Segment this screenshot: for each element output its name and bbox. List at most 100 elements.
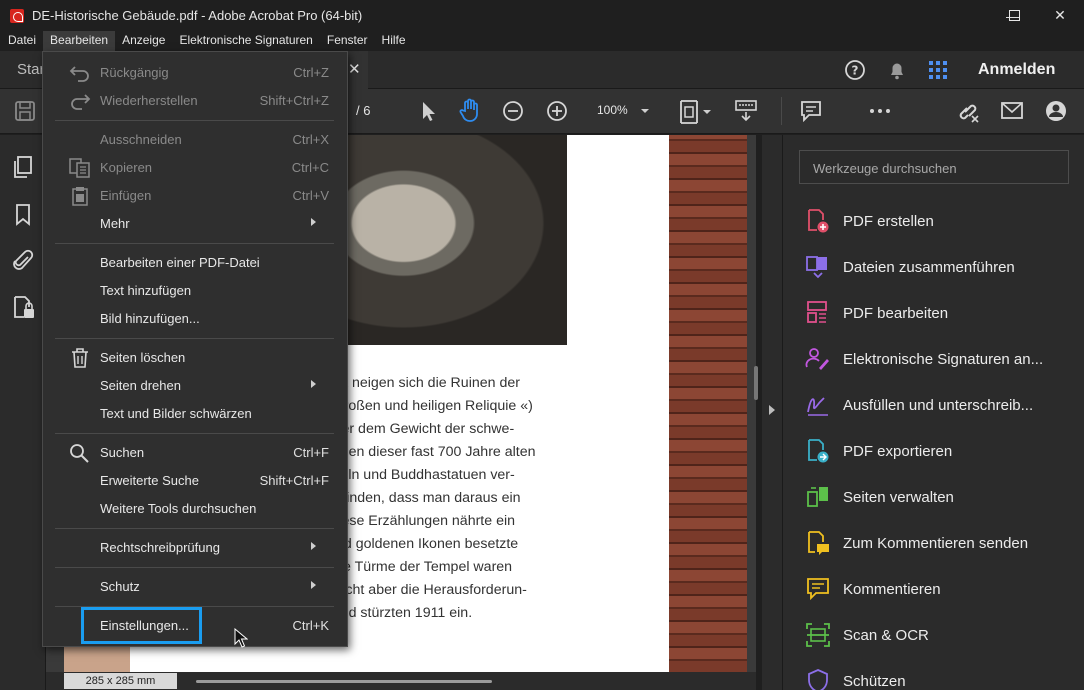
tool-scan-ocr[interactable]: Scan & OCR bbox=[805, 620, 929, 650]
edit-pdf-icon bbox=[807, 301, 827, 323]
redo-icon bbox=[71, 94, 91, 110]
menu-label: Ausschneiden bbox=[100, 132, 182, 147]
menu-separator bbox=[55, 528, 334, 529]
trash-icon bbox=[72, 348, 88, 368]
notifications-bell-icon[interactable] bbox=[886, 59, 908, 81]
maximize-button[interactable] bbox=[991, 0, 1037, 31]
menu-label: Weitere Tools durchsuchen bbox=[100, 501, 257, 516]
menu-redo[interactable]: Wiederherstellen Shift+Ctrl+Z bbox=[43, 87, 347, 115]
menu-separator bbox=[55, 338, 334, 339]
tool-create-pdf[interactable]: PDF erstellen bbox=[805, 206, 934, 236]
panel-collapse-handle[interactable] bbox=[762, 135, 782, 690]
menu-label: Bearbeiten einer PDF-Datei bbox=[100, 255, 260, 270]
submenu-arrow-icon bbox=[311, 542, 316, 550]
horizontal-scrollbar[interactable] bbox=[196, 680, 492, 683]
select-arrow-icon[interactable] bbox=[418, 100, 438, 122]
menu-shortcut: Shift+Ctrl+F bbox=[259, 473, 329, 488]
tab-close-button[interactable]: ✕ bbox=[348, 60, 361, 78]
menu-undo[interactable]: Rückgängig Ctrl+Z bbox=[43, 59, 347, 87]
menu-search-more-tools[interactable]: Weitere Tools durchsuchen bbox=[43, 495, 347, 523]
menu-add-text[interactable]: Text hinzufügen bbox=[43, 277, 347, 305]
send-comment-icon bbox=[808, 531, 829, 555]
vertical-scrollbar[interactable] bbox=[754, 366, 758, 400]
save-icon[interactable] bbox=[14, 100, 36, 122]
paste-icon bbox=[72, 187, 88, 206]
sign-in-button[interactable]: Anmelden bbox=[978, 61, 1055, 79]
protect-icon bbox=[808, 669, 828, 690]
tool-e-signatures[interactable]: Elektronische Signaturen an... bbox=[805, 344, 1043, 374]
page-thumbnails-icon[interactable] bbox=[12, 155, 34, 179]
attachment-icon[interactable] bbox=[12, 249, 34, 273]
menu-anzeige[interactable]: Anzeige bbox=[115, 31, 172, 51]
menu-more[interactable]: Mehr bbox=[43, 210, 347, 238]
search-icon bbox=[70, 444, 89, 463]
menu-shortcut: Ctrl+Z bbox=[293, 65, 329, 80]
help-icon[interactable]: ? bbox=[844, 59, 866, 81]
menu-label: Wiederherstellen bbox=[100, 93, 198, 108]
zoom-level[interactable]: 100% bbox=[597, 103, 628, 117]
menu-search[interactable]: Suchen Ctrl+F bbox=[43, 439, 347, 467]
close-window-button[interactable]: ✕ bbox=[1037, 0, 1083, 31]
tool-organize-pages[interactable]: Seiten verwalten bbox=[805, 482, 954, 512]
menu-hilfe[interactable]: Hilfe bbox=[375, 31, 413, 51]
comment-toolbar-icon[interactable] bbox=[800, 100, 822, 122]
zoom-in-icon[interactable] bbox=[546, 100, 568, 122]
menu-redact[interactable]: Text und Bilder schwärzen bbox=[43, 400, 347, 428]
menu-shortcut: Ctrl+X bbox=[292, 132, 329, 147]
tools-search-input[interactable]: Werkzeuge durchsuchen bbox=[799, 150, 1069, 184]
menu-add-image[interactable]: Bild hinzufügen... bbox=[43, 305, 347, 333]
tool-label: PDF erstellen bbox=[843, 212, 934, 230]
menu-spellcheck[interactable]: Rechtschreibprüfung bbox=[43, 534, 347, 562]
export-pdf-icon bbox=[808, 439, 829, 463]
menu-edit-pdf[interactable]: Bearbeiten einer PDF-Datei bbox=[43, 249, 347, 277]
e-sign-icon bbox=[805, 348, 829, 370]
hand-tool-icon[interactable] bbox=[458, 98, 482, 124]
menu-bearbeiten[interactable]: Bearbeiten bbox=[43, 31, 116, 51]
menu-copy[interactable]: Kopieren Ctrl+C bbox=[43, 154, 347, 182]
menu-protection[interactable]: Schutz bbox=[43, 573, 347, 601]
copy-icon bbox=[69, 158, 90, 178]
menu-shortcut: Ctrl+V bbox=[292, 188, 329, 203]
menu-label: Text und Bilder schwärzen bbox=[100, 406, 252, 421]
tool-send-for-comments[interactable]: Zum Kommentieren senden bbox=[805, 528, 1028, 558]
svg-text:?: ? bbox=[852, 64, 859, 78]
menu-rotate-pages[interactable]: Seiten drehen bbox=[43, 372, 347, 400]
menu-separator bbox=[55, 567, 334, 568]
menu-shortcut: Ctrl+K bbox=[292, 618, 329, 633]
page-fit-icon[interactable] bbox=[678, 98, 712, 126]
tool-export-pdf[interactable]: PDF exportieren bbox=[805, 436, 952, 466]
menu-delete-pages[interactable]: Seiten löschen bbox=[43, 344, 347, 372]
share-link-icon[interactable] bbox=[954, 99, 980, 123]
zoom-out-icon[interactable] bbox=[502, 100, 524, 122]
tool-protect[interactable]: Schützen bbox=[805, 666, 906, 690]
tool-edit-pdf[interactable]: PDF bearbeiten bbox=[805, 298, 948, 328]
user-share-icon[interactable] bbox=[1044, 99, 1070, 123]
apps-grid-icon[interactable] bbox=[927, 59, 949, 81]
page-size-indicator: 285 x 285 mm bbox=[64, 673, 177, 689]
menu-label: Rückgängig bbox=[100, 65, 169, 80]
tool-label: Seiten verwalten bbox=[843, 488, 954, 506]
fill-sign-icon bbox=[807, 397, 828, 416]
tool-comment[interactable]: Kommentieren bbox=[805, 574, 941, 604]
tool-label: PDF exportieren bbox=[843, 442, 953, 460]
email-icon[interactable] bbox=[1000, 101, 1024, 121]
chevron-right-icon[interactable] bbox=[768, 404, 776, 416]
menu-label: Bild hinzufügen... bbox=[100, 311, 200, 326]
bookmark-icon[interactable] bbox=[14, 203, 32, 227]
menu-fenster[interactable]: Fenster bbox=[320, 31, 375, 51]
zoom-dropdown-chevron-icon[interactable] bbox=[640, 107, 650, 115]
tool-label: Kommentieren bbox=[843, 580, 941, 598]
menu-cut[interactable]: Ausschneiden Ctrl+X bbox=[43, 126, 347, 154]
more-options-icon[interactable] bbox=[869, 107, 891, 115]
menu-paste[interactable]: Einfügen Ctrl+V bbox=[43, 182, 347, 210]
keyboard-scroll-icon[interactable] bbox=[734, 99, 758, 123]
menu-separator bbox=[55, 433, 334, 434]
tool-fill-sign[interactable]: Ausfüllen und unterschreib... bbox=[805, 390, 1033, 420]
submenu-arrow-icon bbox=[311, 380, 316, 388]
menu-datei[interactable]: Datei bbox=[0, 31, 43, 51]
menu-elektronische-signaturen[interactable]: Elektronische Signaturen bbox=[172, 31, 319, 51]
menu-advanced-search[interactable]: Erweiterte Suche Shift+Ctrl+F bbox=[43, 467, 347, 495]
document-security-icon[interactable] bbox=[12, 295, 36, 321]
tool-combine-files[interactable]: Dateien zusammenführen bbox=[805, 252, 1015, 282]
menu-shortcut: Shift+Ctrl+Z bbox=[259, 93, 329, 108]
